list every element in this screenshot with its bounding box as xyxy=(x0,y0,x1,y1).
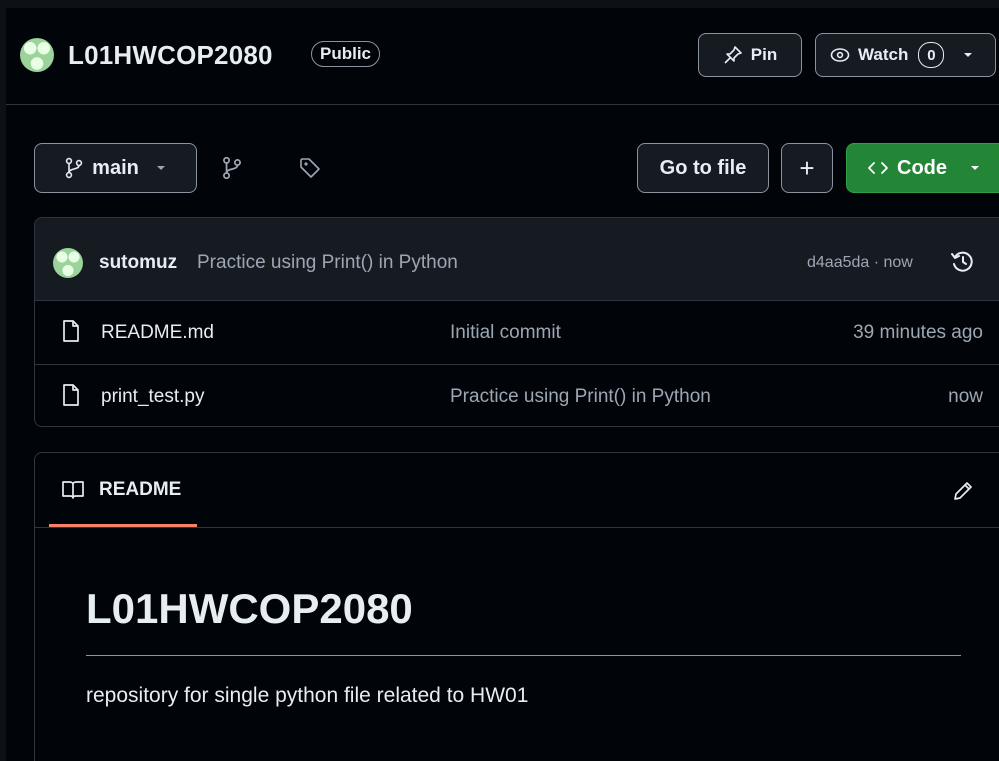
table-row: print_test.py Practice using Print() in … xyxy=(35,365,999,426)
file-commit-message[interactable]: Initial commit xyxy=(450,322,561,344)
pencil-icon[interactable] xyxy=(951,479,975,503)
commit-message[interactable]: Practice using Print() in Python xyxy=(197,252,458,274)
code-button[interactable]: Code xyxy=(846,143,999,193)
pin-icon xyxy=(723,45,743,65)
commit-author[interactable]: sutomuz xyxy=(99,252,177,274)
readme-panel: README L01HWCOP2080 repository for singl… xyxy=(34,452,999,761)
tag-icon[interactable] xyxy=(296,154,324,182)
pin-label: Pin xyxy=(750,45,778,64)
readme-tab-label: README xyxy=(99,479,182,500)
file-table: sutomuz Practice using Print() in Python… xyxy=(34,217,999,427)
latest-commit-bar: sutomuz Practice using Print() in Python… xyxy=(35,218,999,301)
repo-title[interactable]: L01HWCOP2080 xyxy=(68,40,273,71)
watch-label: Watch xyxy=(858,45,909,64)
file-commit-message[interactable]: Practice using Print() in Python xyxy=(450,386,711,408)
code-label: Code xyxy=(897,156,947,179)
code-brackets-icon xyxy=(867,160,889,176)
tab-readme[interactable]: README xyxy=(49,453,197,527)
file-commit-time: now xyxy=(948,386,983,407)
chevron-down-icon xyxy=(155,164,167,172)
file-name-link[interactable]: README.md xyxy=(101,322,214,344)
history-icon[interactable] xyxy=(949,248,977,276)
add-file-button[interactable]: + xyxy=(781,143,833,193)
branch-selector[interactable]: main xyxy=(34,143,197,193)
readme-header: README xyxy=(35,453,999,528)
commit-author-avatar[interactable] xyxy=(53,248,83,278)
readme-description: repository for single python file relate… xyxy=(86,684,529,707)
heading-divider xyxy=(86,655,961,656)
file-icon xyxy=(61,383,81,407)
file-icon xyxy=(61,319,81,343)
file-commit-time: 39 minutes ago xyxy=(853,322,983,343)
chevron-down-icon xyxy=(969,164,981,172)
visibility-badge: Public xyxy=(311,41,381,67)
watch-button[interactable]: Watch 0 xyxy=(815,33,996,77)
book-icon xyxy=(61,478,85,502)
go-to-file-button[interactable]: Go to file xyxy=(637,143,769,193)
pin-button[interactable]: Pin xyxy=(698,33,802,77)
owner-avatar[interactable] xyxy=(20,38,54,72)
repo-page: L01HWCOP2080 Public Pin Watch 0 main Go … xyxy=(6,8,999,761)
eye-icon xyxy=(830,45,850,65)
git-branch-icon xyxy=(64,157,84,179)
repo-header: L01HWCOP2080 Public Pin Watch 0 xyxy=(6,8,999,105)
table-row: README.md Initial commit 39 minutes ago xyxy=(35,301,999,365)
watch-count: 0 xyxy=(918,42,945,68)
branch-name: main xyxy=(92,156,139,179)
commit-hash-time[interactable]: d4aa5da · now xyxy=(807,254,913,272)
readme-heading: L01HWCOP2080 xyxy=(86,585,413,632)
branches-link-icon[interactable] xyxy=(218,154,246,182)
watch-dropdown-caret-icon[interactable] xyxy=(962,51,974,59)
file-name-link[interactable]: print_test.py xyxy=(101,386,205,408)
